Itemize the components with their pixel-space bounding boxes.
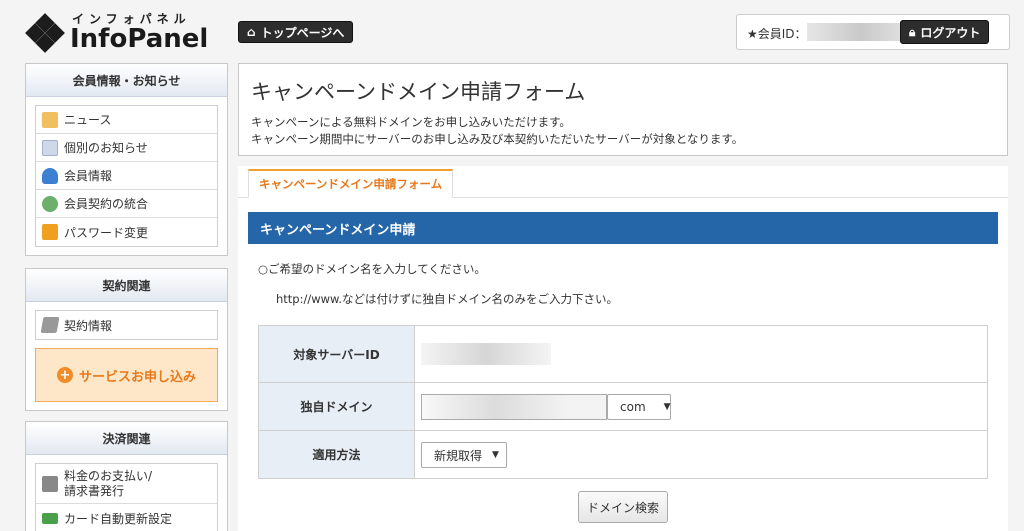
sidebar-member-title: 会員情報・お知らせ bbox=[26, 64, 227, 97]
server-id-cell bbox=[414, 325, 988, 383]
member-id-label: ★会員ID： bbox=[747, 27, 807, 41]
sidebar-member-list: ニュース 個別のお知らせ 会員情報 会員契約の統合 パスワード変更 bbox=[35, 105, 218, 247]
sidebar-item-label: 契約情報 bbox=[64, 318, 113, 333]
sidebar-item-label: 会員契約の統合 bbox=[64, 197, 149, 211]
domain-label: 独自ドメイン bbox=[258, 382, 415, 431]
instruction-text: ○ご希望のドメイン名を入力してください。 bbox=[258, 262, 486, 276]
method-select[interactable]: 新規取得 ▼ bbox=[421, 442, 507, 468]
tld-select-value: com bbox=[620, 400, 646, 414]
sidebar-item-password[interactable]: パスワード変更 bbox=[36, 218, 217, 246]
section-title: キャンペーンドメイン申請 bbox=[248, 212, 998, 244]
domain-form-table: 対象サーバーID 独自ドメイン com ▼ 適用方法 新規取得 ▼ bbox=[258, 325, 988, 479]
service-apply-button[interactable]: + サービスお申し込み bbox=[35, 348, 218, 402]
home-icon: ⌂ bbox=[247, 25, 256, 39]
domain-cell: com ▼ bbox=[414, 382, 988, 431]
form-row-method: 適用方法 新規取得 ▼ bbox=[258, 430, 988, 479]
sidebar-member-panel: 会員情報・お知らせ ニュース 個別のお知らせ 会員情報 会員契約の統合 パスワー… bbox=[25, 63, 228, 256]
form-row-domain: 独自ドメイン com ▼ bbox=[258, 382, 988, 431]
lock-icon bbox=[42, 224, 58, 240]
plus-circle-icon: + bbox=[56, 367, 73, 383]
logo-diamonds-icon bbox=[24, 13, 66, 53]
sidebar-item-merge[interactable]: 会員契約の統合 bbox=[36, 190, 217, 218]
chevron-down-icon: ▼ bbox=[663, 402, 671, 412]
sidebar-payment-list: 料金のお支払い/ 請求書発行 カード自動更新設定 bbox=[35, 463, 218, 531]
sidebar-payment-title: 決済関連 bbox=[26, 422, 227, 455]
sidebar-contract-title: 契約関連 bbox=[26, 269, 227, 302]
sidebar-contract-panel: 契約関連 契約情報 + サービスお申し込み bbox=[25, 268, 228, 411]
tld-select[interactable]: com ▼ bbox=[607, 394, 671, 420]
sidebar-item-card[interactable]: カード自動更新設定 bbox=[36, 504, 217, 531]
top-page-button[interactable]: ⌂ トップページへ bbox=[238, 21, 354, 43]
form-row-server-id: 対象サーバーID bbox=[258, 325, 988, 383]
sidebar-contract-list: 契約情報 bbox=[35, 310, 218, 340]
sidebar-payment-panel: 決済関連 料金のお支払い/ 請求書発行 カード自動更新設定 bbox=[25, 421, 228, 531]
sidebar-item-payment[interactable]: 料金のお支払い/ 請求書発行 bbox=[36, 464, 217, 504]
sidebar-item-news[interactable]: ニュース bbox=[36, 106, 217, 134]
sidebar-item-contract-info[interactable]: 契約情報 bbox=[36, 311, 217, 339]
method-cell: 新規取得 ▼ bbox=[414, 430, 988, 479]
server-id-label: 対象サーバーID bbox=[258, 325, 415, 383]
notice-icon bbox=[42, 139, 58, 156]
instruction-note: http://www.などは付けずに独自ドメイン名のみをご入力下さい。 bbox=[276, 292, 619, 306]
card-icon bbox=[42, 512, 58, 524]
logo-wordmark: InfoPanel bbox=[70, 24, 209, 54]
logout-label: ログアウト bbox=[920, 25, 981, 40]
contract-icon bbox=[40, 317, 60, 333]
sidebar-item-notice[interactable]: 個別のお知らせ bbox=[36, 134, 217, 162]
sidebar-item-label: 料金のお支払い/ 請求書発行 bbox=[64, 468, 153, 498]
sidebar-item-label: 会員情報 bbox=[64, 169, 113, 183]
sidebar-item-label: 個別のお知らせ bbox=[64, 141, 148, 155]
sidebar-item-label: ニュース bbox=[64, 113, 112, 127]
form-area: キャンペーンドメイン申請フォーム キャンペーンドメイン申請 ○ご希望のドメイン名… bbox=[238, 166, 1008, 531]
page-title: キャンペーンドメイン申請フォーム bbox=[251, 80, 586, 104]
domain-search-button[interactable]: ドメイン検索 bbox=[578, 491, 668, 523]
logout-button[interactable]: 🔒︎ ログアウト bbox=[900, 20, 990, 44]
sidebar-item-label: カード自動更新設定 bbox=[64, 511, 173, 526]
lock-icon: 🔒︎ bbox=[909, 24, 916, 39]
merge-icon bbox=[42, 195, 58, 212]
tab-campaign-domain-form[interactable]: キャンペーンドメイン申請フォーム bbox=[248, 169, 454, 198]
method-select-value: 新規取得 bbox=[434, 448, 483, 463]
page-header-box: キャンペーンドメイン申請フォーム キャンペーンによる無料ドメインをお申し込みいた… bbox=[238, 63, 1008, 156]
news-icon bbox=[42, 111, 58, 128]
domain-input[interactable] bbox=[421, 394, 607, 420]
page-description-1: キャンペーンによる無料ドメインをお申し込みいただけます。 bbox=[251, 115, 571, 129]
method-label: 適用方法 bbox=[258, 430, 415, 479]
sidebar-item-label: パスワード変更 bbox=[64, 225, 149, 240]
infopanel-logo[interactable]: インフォパネル InfoPanel bbox=[24, 10, 214, 56]
chevron-down-icon: ▼ bbox=[492, 450, 499, 460]
server-id-masked-value bbox=[421, 343, 551, 365]
service-apply-label: サービスお申し込み bbox=[78, 369, 196, 385]
sidebar-item-member-info[interactable]: 会員情報 bbox=[36, 162, 217, 190]
top-page-label: トップページへ bbox=[260, 25, 345, 40]
payment-icon bbox=[42, 475, 58, 492]
member-id-masked-value bbox=[807, 23, 915, 41]
member-icon bbox=[42, 167, 58, 184]
page-description-2: キャンペーン期間中にサーバーのお申し込み及び本契約いただいたサーバーが対象となり… bbox=[251, 132, 744, 146]
